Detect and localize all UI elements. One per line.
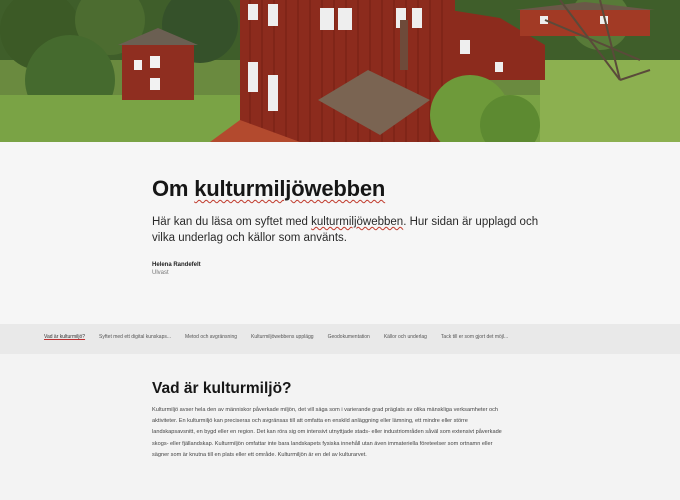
nav-item-tack[interactable]: Tack till er som gjort det möjl... [441,334,508,340]
section-nav-items: Vad är kulturmiljö? Syftet med ett digit… [44,334,508,340]
lead-text-start: Här kan du läsa om syftet med [152,216,312,228]
nav-item-kallor[interactable]: Källor och underlag [384,334,427,340]
author-name: Helena Randefelt [152,262,201,268]
intro-content: Om kulturmiljöwebben Här kan du läsa om … [152,176,552,276]
section-title: Vad är kulturmiljö? [152,380,292,397]
page-title-keyword: kulturmiljöwebben [194,176,386,201]
nav-item-upplagg[interactable]: Kulturmiljöwebbens upplägg [251,334,314,340]
page-title: Om kulturmiljöwebben [152,176,552,202]
content-section: Vad är kulturmiljö? Kulturmiljö avser he… [0,354,680,500]
nav-item-geodokumentation[interactable]: Geodokumentation [328,334,370,340]
page-title-prefix: Om [152,176,195,201]
section-nav: Vad är kulturmiljö? Syftet med ett digit… [0,324,680,354]
section-body: Kulturmiljö avser hela den av människor … [152,407,502,458]
hero-image [0,0,680,142]
hero-illustration [0,0,680,142]
intro-section: Om kulturmiljöwebben Här kan du läsa om … [0,142,680,324]
nav-item-syftet[interactable]: Syftet med ett digital kunskaps... [99,334,171,340]
section-content: Vad är kulturmiljö? Kulturmiljö avser he… [152,380,507,467]
author-org: Ulvast [152,270,169,276]
nav-item-vad-ar-kulturmiljo[interactable]: Vad är kulturmiljö? [44,334,85,340]
lead-paragraph: Här kan du läsa om syftet med kulturmilj… [152,214,552,246]
nav-item-metod[interactable]: Metod och avgränsning [185,334,237,340]
lead-keyword: kulturmiljöwebben [311,216,404,228]
